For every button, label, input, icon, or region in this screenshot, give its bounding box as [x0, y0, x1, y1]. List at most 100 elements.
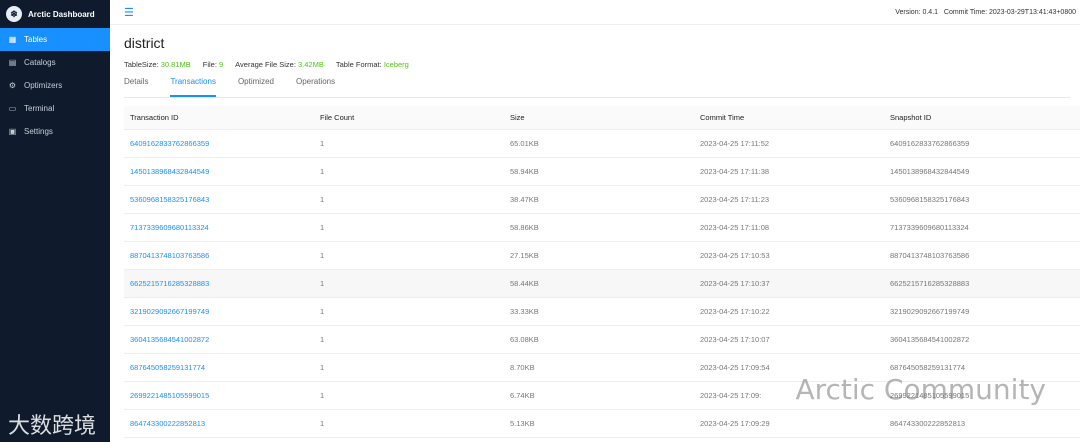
table-row: 687645058259131774 1 8.70KB 2023-04-25 17:0… [124, 353, 1080, 382]
table-row: 1450138968432844549 1 58.94KB 2023-04-25 17… [124, 157, 1080, 186]
snapshot-id: 687645058259131774 [884, 353, 1080, 382]
size: 5.13KB [504, 409, 694, 438]
column-header: Commit Time [694, 106, 884, 130]
transaction-id-link[interactable]: 5360968158325176843 [124, 185, 314, 214]
snapshot-id: 8870413748103763586 [884, 241, 1080, 270]
commit-time-text: Commit Time: 2023-03-29T13:41:43+0800 [943, 8, 1076, 16]
snapshot-id: 6625215716285328883 [884, 269, 1080, 298]
size: 58.44KB [504, 269, 694, 298]
meta-value: 30.81MB [160, 60, 191, 69]
size: 38.47KB [504, 185, 694, 214]
tabs: Details Transactions Optimized Operation… [124, 77, 1070, 98]
arctic-logo-icon: ❄ [6, 6, 22, 22]
file-count: 1 [314, 241, 504, 270]
size: 33.33KB [504, 297, 694, 326]
catalog-icon: ▤ [8, 58, 17, 67]
transactions-table: Transaction ID File Count Size Commit Ti… [124, 106, 1080, 438]
sidebar-item-label: Terminal [24, 104, 55, 113]
table-row: 3604135684541002872 1 63.08KB 2023-04-25 17… [124, 325, 1080, 354]
meta-label: Table Format: [335, 60, 382, 69]
meta-file: File: 9 [203, 60, 223, 69]
table-row: 8870413748103763586 1 27.15KB 2023-04-25 17… [124, 241, 1080, 270]
table-row: 6409162833762866359 1 65.01KB 2023-04-25 17… [124, 129, 1080, 158]
meta-label: TableSize: [124, 60, 159, 69]
version-text: Version: 0.4.1 [895, 8, 939, 16]
settings-icon: ▣ [8, 127, 17, 136]
tab-details[interactable]: Details [124, 77, 148, 97]
meta-value: 9 [219, 60, 224, 69]
tab-optimized[interactable]: Optimized [238, 77, 274, 97]
commit-time: 2023-04-25 17:10:07 [694, 325, 884, 354]
transaction-id-link[interactable]: 864743300222852813 [124, 409, 314, 438]
main-content: district TableSize: 30.81MB File: 9 Aver… [110, 25, 1080, 442]
file-count: 1 [314, 129, 504, 158]
snapshot-id: 6409162833762866359 [884, 129, 1080, 158]
table-row: 864743300222852813 1 5.13KB 2023-04-25 17:0… [124, 409, 1080, 438]
tab-transactions[interactable]: Transactions [170, 77, 216, 97]
sidebar-item-settings[interactable]: ▣ Settings [0, 120, 110, 143]
transaction-id-link[interactable]: 6625215716285328883 [124, 269, 314, 298]
sidebar-item-tables[interactable]: ▦ Tables [0, 28, 110, 51]
tab-operations[interactable]: Operations [296, 77, 335, 97]
commit-time: 2023-04-25 17:11:08 [694, 213, 884, 242]
terminal-icon: ▭ [8, 104, 17, 113]
snapshot-id: 3604135684541002872 [884, 325, 1080, 354]
transaction-id-link[interactable]: 2699221485105599015 [124, 381, 314, 410]
version-info: Version: 0.4.1 Commit Time: 2023-03-29T1… [895, 9, 1076, 16]
transaction-id-link[interactable]: 3604135684541002872 [124, 325, 314, 354]
column-header: Size [504, 106, 694, 130]
sidebar-item-label: Settings [24, 127, 53, 136]
menu-fold-icon[interactable]: ☰ [124, 6, 134, 19]
file-count: 1 [314, 409, 504, 438]
size: 27.15KB [504, 241, 694, 270]
size: 6.74KB [504, 381, 694, 410]
optimizer-icon: ⚙ [8, 81, 17, 90]
file-count: 1 [314, 297, 504, 326]
table-row: 7137339609680113324 1 58.86KB 2023-04-25 17… [124, 213, 1080, 242]
topbar: ☰ Version: 0.4.1 Commit Time: 2023-03-29… [110, 0, 1080, 25]
page-title: district [124, 35, 165, 51]
file-count: 1 [314, 269, 504, 298]
brand[interactable]: ❄ Arctic Dashboard [0, 0, 110, 28]
size: 65.01KB [504, 129, 694, 158]
transaction-id-link[interactable]: 6409162833762866359 [124, 129, 314, 158]
transaction-id-link[interactable]: 8870413748103763586 [124, 241, 314, 270]
table-body: 6409162833762866359 1 65.01KB 2023-04-25 17… [124, 129, 1080, 438]
sidebar-item-label: Optimizers [24, 81, 63, 90]
transaction-id-link[interactable]: 7137339609680113324 [124, 213, 314, 242]
table-meta: TableSize: 30.81MB File: 9 Average File … [124, 60, 1070, 69]
commit-time: 2023-04-25 17:10:53 [694, 241, 884, 270]
file-count: 1 [314, 185, 504, 214]
meta-label: File: [202, 60, 217, 69]
transaction-id-link[interactable]: 1450138968432844549 [124, 157, 314, 186]
commit-time: 2023-04-25 17:11:38 [694, 157, 884, 186]
file-count: 1 [314, 157, 504, 186]
meta-table-format: Table Format: Iceberg [336, 60, 409, 69]
meta-label: Average File Size: [235, 60, 296, 69]
sidebar-item-catalogs[interactable]: ▤ Catalogs [0, 51, 110, 74]
transaction-id-link[interactable]: 3219029092667199749 [124, 297, 314, 326]
table-icon: ▦ [8, 35, 17, 44]
transaction-id-link[interactable]: 687645058259131774 [124, 353, 314, 382]
snapshot-id: 2699221485105599015 [884, 381, 1080, 410]
column-header: Snapshot ID [884, 106, 1080, 130]
table-row: 6625215716285328883 1 58.44KB 2023-04-25 17… [124, 269, 1080, 298]
meta-table-size: TableSize: 30.81MB [124, 60, 191, 69]
sidebar-item-terminal[interactable]: ▭ Terminal [0, 97, 110, 120]
sidebar-item-label: Tables [24, 35, 48, 44]
commit-time: 2023-04-25 17:10:37 [694, 269, 884, 298]
meta-avg-file-size: Average File Size: 3.42MB [235, 60, 324, 69]
sidebar-item-optimizers[interactable]: ⚙ Optimizers [0, 74, 110, 97]
commit-time: 2023-04-25 17:09:54 [694, 353, 884, 382]
sidebar-item-label: Catalogs [24, 58, 56, 67]
app-title: Arctic Dashboard [28, 9, 95, 19]
file-count: 1 [314, 325, 504, 354]
table-row: 3219029092667199749 1 33.33KB 2023-04-25 17… [124, 297, 1080, 326]
size: 58.94KB [504, 157, 694, 186]
commit-time: 2023-04-25 17:11:52 [694, 129, 884, 158]
meta-value: Iceberg [383, 60, 409, 69]
file-count: 1 [314, 381, 504, 410]
size: 8.70KB [504, 353, 694, 382]
meta-value: 3.42MB [298, 60, 324, 69]
snapshot-id: 1450138968432844549 [884, 157, 1080, 186]
